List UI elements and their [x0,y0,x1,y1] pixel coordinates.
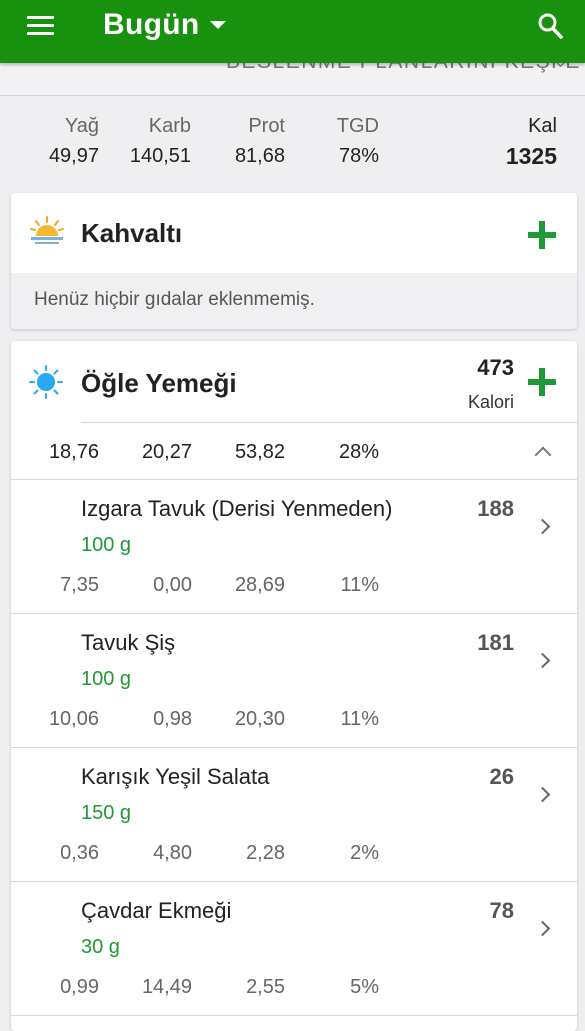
dropdown-caret-icon[interactable] [210,21,226,29]
divider [11,1015,577,1016]
breakfast-title: Kahvaltı [81,218,183,248]
sun-icon [29,365,63,399]
daily-summary: Yağ 49,97 Karb 140,51 Prot 81,68 TGD 78%… [0,96,585,191]
food-carb: 4,80 [153,842,192,864]
food-prot: 20,30 [234,708,285,730]
food-prot: 2,55 [246,976,285,998]
food-item[interactable]: Izgara Tavuk (Derisi Yenmeden) 188 100 g… [11,480,577,614]
food-item[interactable]: Tavuk Şiş 181 100 g 10,06 0,98 20,30 11% [11,614,577,748]
prot-value: 81,68 [234,145,285,167]
fat-value: 49,97 [48,145,99,167]
lunch-calories: 473 [477,355,514,380]
lunch-card: Öğle Yemeği 473 Kalori 18,76 20,27 53,82… [11,341,577,1031]
food-name: Tavuk Şiş [81,630,176,655]
breakfast-card: Kahvaltı Henüz hiçbir gıdalar eklenmemiş… [11,193,577,329]
carb-label: Karb [148,115,191,137]
food-tgd: 11% [340,574,379,596]
lunch-fat: 18,76 [48,441,99,463]
page-title[interactable]: Bugün [103,8,199,42]
food-name: Izgara Tavuk (Derisi Yenmeden) [81,496,393,521]
prot-label: Prot [248,115,285,137]
empty-message: Henüz hiçbir gıdalar eklenmemiş. [34,289,315,310]
add-breakfast-icon[interactable] [528,221,556,249]
food-calories: 188 [477,496,514,521]
lunch-tgd: 28% [338,441,379,463]
food-tgd: 2% [350,842,379,864]
sunrise-icon [30,216,64,244]
food-prot: 2,28 [246,842,285,864]
food-calories: 181 [477,630,514,655]
tgd-value: 78% [338,145,379,167]
app-bar: Bugün [0,0,585,63]
banner-text: BESLENME PLANLARINI KEŞFET [226,63,585,74]
food-prot: 28,69 [234,574,285,596]
lunch-carb: 20,27 [141,441,192,463]
chevron-right-icon [534,786,551,803]
divider [81,422,577,423]
menu-icon[interactable] [27,16,54,36]
food-calories: 26 [489,764,514,789]
food-carb: 14,49 [141,976,192,998]
food-fat: 7,35 [60,574,99,596]
food-item[interactable]: Karışık Yeşil Salata 26 150 g 0,36 4,80 … [11,748,577,882]
food-tgd: 11% [340,708,379,730]
food-fat: 10,06 [48,708,99,730]
chevron-right-icon [534,652,551,669]
food-portion: 100 g [81,668,132,690]
kal-value: 1325 [505,143,557,169]
food-calories: 78 [489,898,514,923]
add-lunch-icon[interactable] [528,368,556,396]
food-name: Çavdar Ekmeği [81,898,232,923]
chevron-up-icon[interactable] [534,446,552,464]
explore-plans-banner[interactable]: BESLENME PLANLARINI KEŞFET ⌄ [0,63,585,96]
chevron-right-icon [534,920,551,937]
food-portion: 100 g [81,534,132,556]
breakfast-empty: Henüz hiçbir gıdalar eklenmemiş. [11,273,577,329]
lunch-title: Öğle Yemeği [81,368,237,398]
fat-label: Yağ [64,115,99,137]
kal-label: Kal [528,115,557,137]
lunch-header[interactable]: Öğle Yemeği 473 Kalori [11,341,577,423]
food-item[interactable]: Çavdar Ekmeği 78 30 g 0,99 14,49 2,55 5% [11,882,577,1016]
food-carb: 0,00 [153,574,192,596]
chevron-right-icon [534,518,551,535]
carb-value: 140,51 [129,145,191,167]
search-icon[interactable] [537,12,563,40]
tgd-label: TGD [336,115,379,137]
food-portion: 150 g [81,802,132,824]
food-carb: 0,98 [153,708,192,730]
food-fat: 0,36 [60,842,99,864]
food-fat: 0,99 [60,976,99,998]
breakfast-header[interactable]: Kahvaltı [11,193,577,273]
lunch-calories-label: Kalori [467,392,514,412]
chevron-down-icon: ⌄ [553,63,568,72]
food-portion: 30 g [81,936,120,958]
food-tgd: 5% [350,976,379,998]
lunch-prot: 53,82 [234,441,285,463]
food-name: Karışık Yeşil Salata [81,764,270,789]
